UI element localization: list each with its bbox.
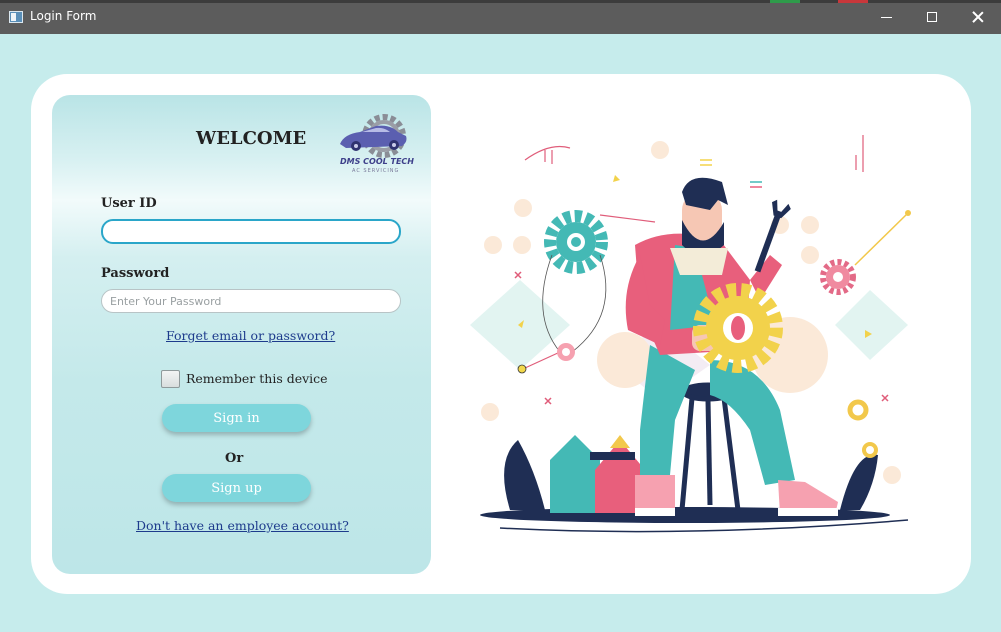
yellow-ring-2-icon [862,442,878,458]
forgot-password-link[interactable]: Forget email or password? [166,328,335,343]
teal-gear-icon [544,210,608,274]
yellow-ring-icon [847,399,869,421]
window-title: Login Form [30,9,97,23]
close-button[interactable] [955,0,1001,34]
user-id-label: User ID [101,196,157,211]
decor-dot-yellow [905,210,911,216]
minimize-button[interactable] [863,0,909,34]
user-id-input[interactable] [101,219,401,244]
logo-subtext: AC SERVICING [352,168,400,174]
decor-dot-yellow-2 [517,364,527,374]
remember-device-label: Remember this device [186,371,328,386]
maximize-icon [927,12,937,22]
maximize-button[interactable] [909,0,955,34]
remember-device-checkbox[interactable] [161,370,180,388]
toolbox-icon [550,435,645,513]
taskbar-indicator-green [770,0,800,3]
decor-line-yellow [854,212,909,266]
plant-right [840,454,878,510]
app-window-icon [9,11,23,23]
welcome-heading: WELCOME [196,128,307,149]
pink-gear-icon [557,343,575,361]
mechanic-illustration [470,135,911,533]
sign-up-button[interactable]: Sign up [162,474,311,502]
logo-text: DMS COOL TECH [340,157,414,166]
minimize-icon [880,16,892,18]
password-input[interactable] [101,289,401,313]
pink-gear-right-icon [820,259,856,295]
no-account-link[interactable]: Don't have an employee account? [136,518,349,533]
close-icon [972,11,984,23]
plant-left [504,440,545,510]
or-separator: Or [225,451,244,466]
password-label: Password [101,266,170,281]
title-bar: Login Form [0,0,1001,34]
sign-in-button[interactable]: Sign in [162,404,311,432]
yellow-gear-icon [693,283,783,373]
